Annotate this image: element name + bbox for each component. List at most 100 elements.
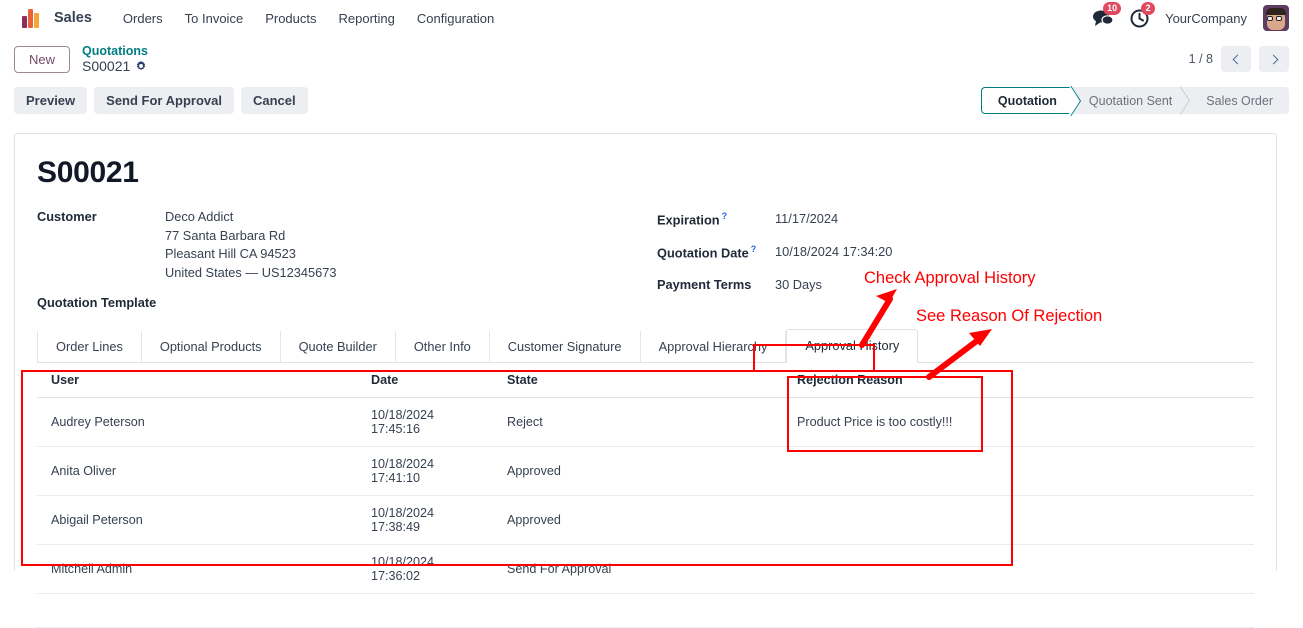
- customer-street: 77 Santa Barbara Rd: [165, 227, 286, 243]
- cell-date: 10/18/2024 17:45:16: [357, 397, 493, 448]
- avatar[interactable]: [1263, 5, 1289, 31]
- table-body: Audrey Peterson 10/18/2024 17:45:16 Reje…: [37, 397, 1254, 628]
- nav-item-reporting[interactable]: Reporting: [328, 7, 406, 30]
- field-quotation-date-value[interactable]: 10/18/2024 17:34:20: [775, 243, 892, 263]
- chevron-left-icon: [1232, 54, 1242, 64]
- customer-name: Deco Addict: [165, 209, 234, 224]
- column-header-spacer: [1003, 363, 1254, 399]
- cell-state: Reject: [493, 397, 783, 448]
- cell-spacer: [1003, 446, 1254, 497]
- pager-next-button[interactable]: [1259, 46, 1289, 72]
- activities-button[interactable]: 2: [1130, 1, 1156, 28]
- nav-item-configuration[interactable]: Configuration: [406, 7, 505, 30]
- table-header: User Date State Rejection Reason: [37, 363, 1254, 399]
- form-column-right: Expiration? 11/17/2024 Quotation Date? 1…: [657, 208, 1137, 310]
- notebook-tabs: Order Lines Optional Products Quote Buil…: [37, 328, 1254, 364]
- cell-spacer: [1003, 495, 1254, 546]
- table-empty-row: [37, 593, 1254, 628]
- send-for-approval-button[interactable]: Send For Approval: [94, 87, 234, 114]
- cell-state: Approved: [493, 446, 783, 497]
- record-pager: 1 / 8: [1189, 46, 1289, 72]
- cell-spacer: [1003, 397, 1254, 448]
- cell-user: Anita Oliver: [37, 446, 357, 497]
- new-button[interactable]: New: [14, 45, 71, 73]
- cell-rejection-reason: Product Price is too costly!!!: [783, 397, 1003, 448]
- page-title: S00021: [37, 156, 139, 189]
- breadcrumb: Quotations S00021: [82, 44, 148, 74]
- tab-customer-signature[interactable]: Customer Signature: [490, 331, 641, 364]
- field-customer-label: Customer: [37, 209, 97, 224]
- gear-icon[interactable]: [135, 60, 147, 72]
- field-quotation-template-label: Quotation Template: [37, 295, 157, 311]
- field-expiration-label: Expiration?: [657, 211, 728, 228]
- odoo-sales-logo-icon[interactable]: [22, 8, 42, 28]
- cell-state: Send For Approval: [493, 544, 783, 595]
- table-row[interactable]: Abigail Peterson 10/18/2024 17:38:49 App…: [37, 495, 1254, 546]
- cell-rejection-reason: [783, 544, 1003, 595]
- breadcrumb-record-name: S00021: [82, 58, 131, 75]
- cell-spacer: [1003, 544, 1254, 595]
- status-stage-quotation-sent[interactable]: Quotation Sent: [1071, 87, 1188, 114]
- chevron-right-icon: [1268, 54, 1278, 64]
- tab-optional-products[interactable]: Optional Products: [142, 331, 281, 364]
- approval-history-table: User Date State Rejection Reason Audrey …: [37, 363, 1254, 628]
- control-panel: Preview Send For Approval Cancel Quotati…: [0, 82, 1303, 119]
- column-header-user[interactable]: User: [37, 363, 357, 399]
- pager-label: 1 / 8: [1188, 52, 1213, 66]
- help-icon[interactable]: ?: [751, 244, 757, 254]
- customer-city: Pleasant Hill CA 94523: [165, 246, 296, 262]
- breadcrumb-parent-quotations[interactable]: Quotations: [82, 44, 148, 58]
- company-name[interactable]: YourCompany: [1165, 11, 1247, 26]
- cancel-button[interactable]: Cancel: [240, 87, 308, 114]
- table-row[interactable]: Anita Oliver 10/18/2024 17:41:10 Approve…: [37, 446, 1254, 497]
- table-row[interactable]: Audrey Peterson 10/18/2024 17:45:16 Reje…: [37, 397, 1254, 448]
- top-navbar: Sales Orders To Invoice Products Reporti…: [0, 0, 1303, 36]
- breadcrumb-current-record: S00021: [82, 58, 148, 74]
- table-header-row: User Date State Rejection Reason: [37, 363, 1254, 399]
- field-customer-value[interactable]: Deco Addict 77 Santa Barbara Rd Pleasant…: [165, 208, 336, 282]
- cell-rejection-reason: [783, 495, 1003, 546]
- field-expiration-value[interactable]: 11/17/2024: [775, 210, 838, 230]
- nav-item-orders[interactable]: Orders: [112, 7, 174, 30]
- cell-user: Audrey Peterson: [37, 397, 357, 448]
- form-sheet: S00021 Customer Deco Addict 77 Santa Bar…: [14, 133, 1277, 628]
- breadcrumb-row: New Quotations S00021 1 / 8: [0, 36, 1303, 82]
- messages-button[interactable]: 10: [1092, 2, 1122, 27]
- nav-item-to-invoice[interactable]: To Invoice: [174, 7, 255, 30]
- customer-country: United States — US12345673: [165, 264, 337, 280]
- messages-count-badge: 10: [1103, 2, 1122, 15]
- table-row[interactable]: Mitchell Admin 10/18/2024 17:36:02 Send …: [37, 544, 1254, 595]
- status-bar: Quotation Quotation Sent Sales Order: [980, 87, 1289, 114]
- form-fields-grid: Customer Deco Addict 77 Santa Barbara Rd…: [37, 208, 1254, 310]
- form-column-left: Customer Deco Addict 77 Santa Barbara Rd…: [37, 208, 657, 310]
- navbar-right-group: 10 2 YourCompany: [1092, 1, 1289, 31]
- cell-date: 10/18/2024 17:36:02: [357, 544, 493, 595]
- status-stage-sales-order[interactable]: Sales Order: [1188, 87, 1289, 114]
- nav-item-products[interactable]: Products: [254, 7, 327, 30]
- cell-date: 10/18/2024 17:41:10: [357, 446, 493, 497]
- status-stage-quotation[interactable]: Quotation: [980, 87, 1071, 114]
- tab-order-lines[interactable]: Order Lines: [37, 331, 142, 364]
- field-payment-terms: Payment Terms 30 Days: [657, 276, 1137, 295]
- column-header-state[interactable]: State: [493, 363, 783, 399]
- help-icon[interactable]: ?: [722, 211, 728, 221]
- field-quotation-date-label: Quotation Date?: [657, 243, 757, 261]
- cell-date: 10/18/2024 17:38:49: [357, 495, 493, 546]
- cell-user: Abigail Peterson: [37, 495, 357, 546]
- preview-button[interactable]: Preview: [14, 87, 88, 114]
- nav-app-name[interactable]: Sales: [54, 10, 92, 26]
- tab-approval-history[interactable]: Approval History: [786, 329, 919, 364]
- tab-approval-hierarchy[interactable]: Approval Hierarchy: [641, 331, 787, 364]
- tab-other-info[interactable]: Other Info: [396, 331, 490, 364]
- cell-state: Approved: [493, 495, 783, 546]
- pager-previous-button[interactable]: [1221, 46, 1251, 72]
- field-customer: Customer Deco Addict 77 Santa Barbara Rd…: [37, 208, 657, 282]
- column-header-date[interactable]: Date: [357, 363, 493, 399]
- field-quotation-date: Quotation Date? 10/18/2024 17:34:20: [657, 243, 1137, 263]
- field-payment-terms-value[interactable]: 30 Days: [775, 276, 822, 295]
- tab-quote-builder[interactable]: Quote Builder: [281, 331, 396, 364]
- cell-rejection-reason: [783, 446, 1003, 497]
- activities-count-badge: 2: [1141, 1, 1156, 15]
- column-header-rejection-reason[interactable]: Rejection Reason: [783, 363, 1003, 399]
- field-expiration: Expiration? 11/17/2024: [657, 210, 1137, 230]
